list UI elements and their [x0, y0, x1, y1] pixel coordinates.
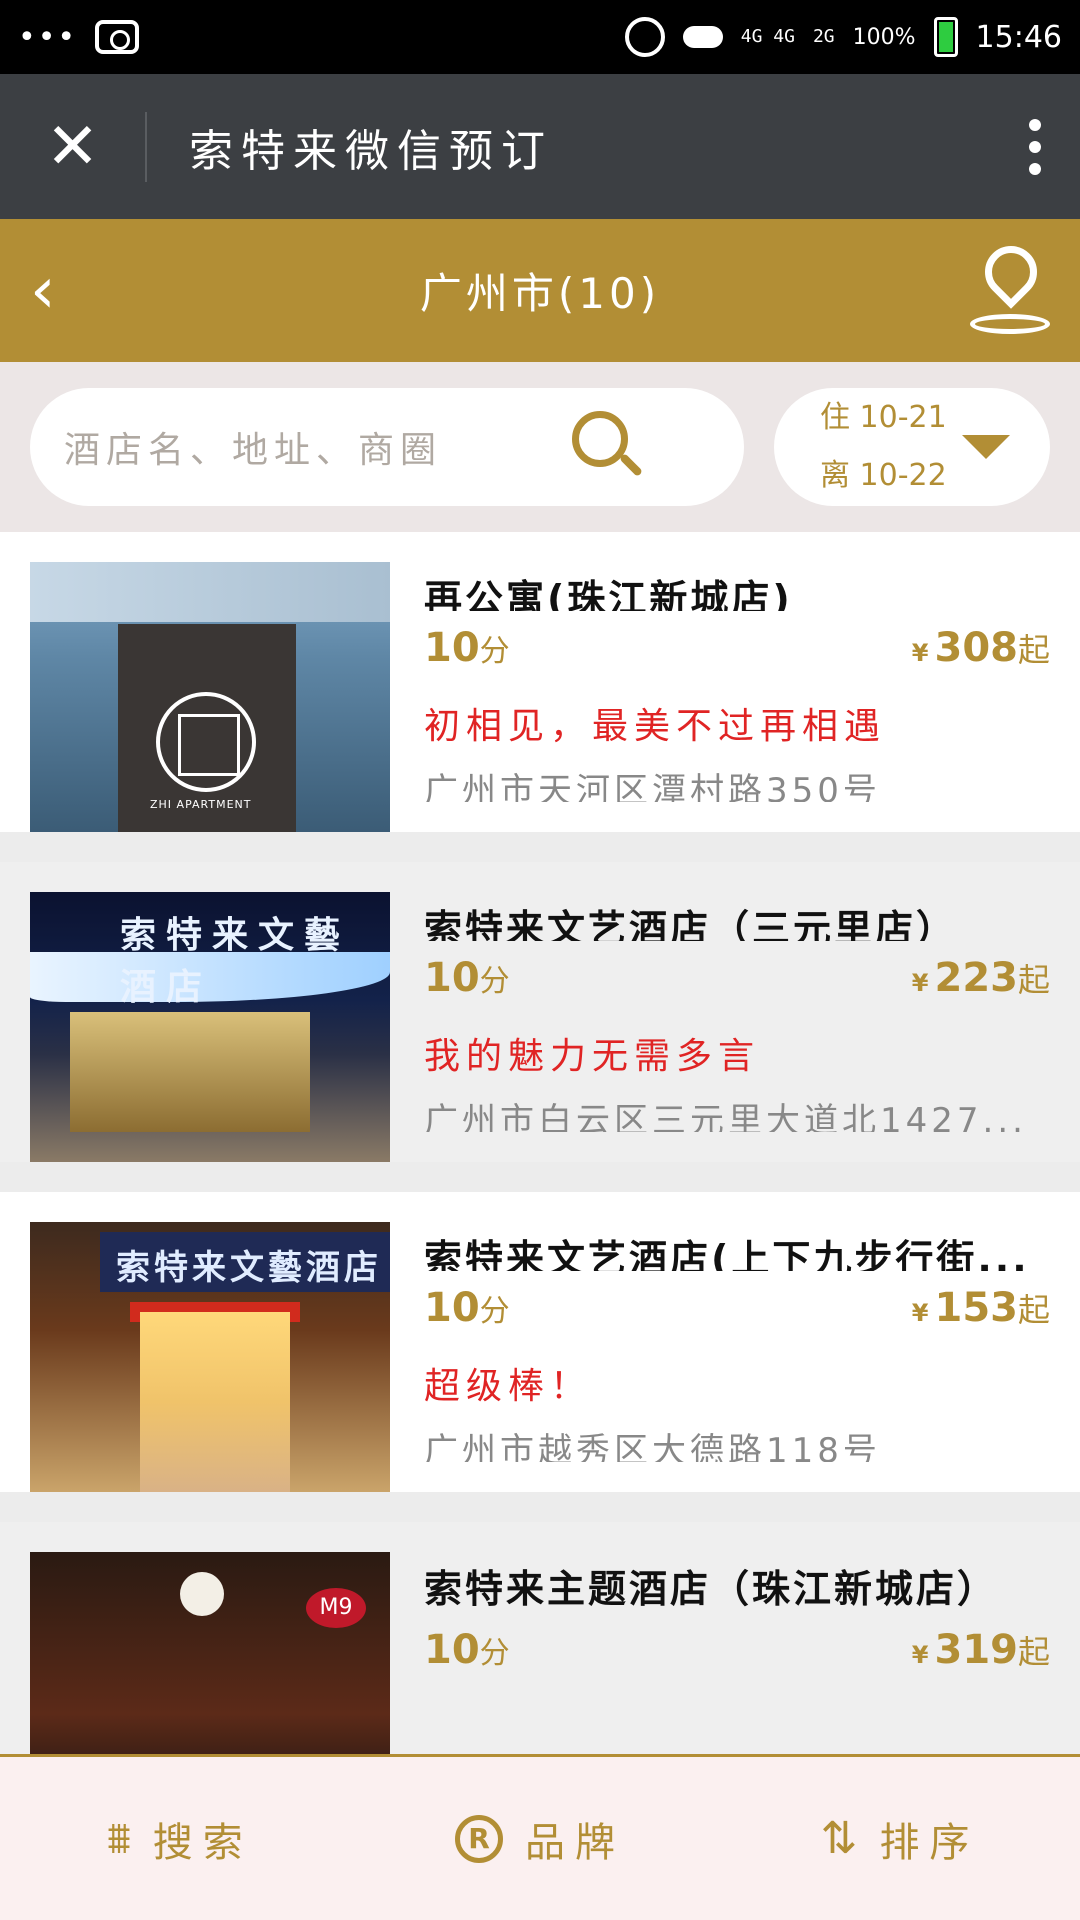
- hotel-slogan: 初相见，最美不过再相遇: [424, 706, 887, 748]
- hotel-item[interactable]: ZHI APARTMENT 再公寓(珠江新城店) 10分 ¥308起 初相见，最…: [0, 532, 1080, 862]
- tab-search-label: 搜索: [152, 1819, 253, 1866]
- app-titlebar: ✕ 索特来微信预订: [0, 74, 1080, 219]
- back-button[interactable]: ‹: [30, 254, 110, 328]
- thumbnail-text: 索特来文藝酒店: [116, 1248, 382, 1288]
- alarm-icon: [624, 17, 665, 57]
- hotel-thumbnail: 索特来文藝酒店: [30, 1222, 390, 1492]
- checkin-date: 住 10-21: [820, 400, 947, 435]
- hotel-slogan: 我的魅力无需多言: [424, 1036, 761, 1078]
- price-value: 319: [934, 1627, 1018, 1673]
- search-area: 酒店名、地址、商圈 住 10-21 离 10-22: [0, 362, 1080, 532]
- hotel-slogan: 超级棒！: [424, 1366, 593, 1408]
- hotel-name: 索特来文艺酒店（三元里店）: [424, 907, 958, 942]
- score-unit: 分: [479, 634, 510, 670]
- price-unit: 起: [1017, 631, 1050, 670]
- price-currency: ¥: [911, 1641, 929, 1669]
- chevron-left-icon: ‹: [30, 253, 56, 328]
- bottom-tabbar: ⩩ 搜索 R 品牌 ⇅ 排序: [0, 1754, 1080, 1920]
- score-unit: 分: [479, 1294, 510, 1330]
- price-value: 308: [934, 625, 1018, 672]
- score-unit: 分: [479, 1636, 510, 1671]
- city-title: 广州市(10): [419, 269, 661, 318]
- hotel-price: ¥308起: [912, 625, 1050, 671]
- signal-label: 4G 4G: [740, 26, 795, 47]
- hotel-thumbnail: M9: [30, 1552, 390, 1754]
- hotel-score: 10分: [424, 625, 510, 671]
- filter-icon: ⩩: [107, 1813, 131, 1864]
- hotel-price: ¥223起: [912, 955, 1050, 1001]
- hotel-item[interactable]: 索特来文藝酒店 索特来文艺酒店(上下九步行街... 10分 ¥153起 超级棒！…: [0, 1192, 1080, 1522]
- more-dot-icon: [1029, 162, 1041, 175]
- score-value: 10: [424, 1285, 480, 1332]
- thumbnail-text: ZHI APARTMENT: [150, 798, 252, 811]
- close-button[interactable]: ✕: [0, 74, 145, 219]
- hotel-price: ¥153起: [912, 1285, 1050, 1331]
- more-dot-icon: [1029, 118, 1041, 131]
- sort-icon: ⇅: [820, 1813, 858, 1864]
- hotel-thumbnail: 索特来文藝酒店: [30, 892, 390, 1162]
- search-icon[interactable]: [572, 411, 644, 483]
- battery-icon: [933, 17, 958, 57]
- more-notifications-icon: •••: [18, 19, 78, 55]
- price-currency: ¥: [911, 639, 929, 668]
- location-base-icon: [970, 313, 1050, 334]
- hotel-name: 再公寓(珠江新城店): [424, 577, 793, 612]
- hotel-score: 10分: [424, 955, 510, 1001]
- app-title: 索特来微信预订: [189, 125, 553, 177]
- date-selector[interactable]: 住 10-21 离 10-22: [774, 388, 1050, 506]
- price-currency: ¥: [911, 969, 929, 998]
- hotel-item[interactable]: M9 索特来主题酒店（珠江新城店） 10分 ¥319起: [0, 1522, 1080, 1754]
- city-navbar: ‹ 广州市(10): [0, 219, 1080, 362]
- hotel-list[interactable]: ZHI APARTMENT 再公寓(珠江新城店) 10分 ¥308起 初相见，最…: [0, 532, 1080, 1754]
- screenshot-icon: [95, 20, 140, 54]
- tab-brand-label: 品牌: [525, 1819, 625, 1866]
- score-value: 10: [424, 955, 480, 1002]
- hotel-score: 10分: [424, 1627, 510, 1673]
- score-unit: 分: [479, 964, 510, 1000]
- tab-sort-label: 排序: [879, 1819, 980, 1866]
- hotel-name: 索特来文艺酒店(上下九步行街...: [424, 1237, 1030, 1272]
- price-currency: ¥: [911, 1299, 929, 1328]
- hotel-name: 索特来主题酒店（珠江新城店）: [424, 1567, 999, 1611]
- price-unit: 起: [1017, 961, 1050, 1000]
- close-icon: ✕: [45, 109, 100, 184]
- thumbnail-text: M9: [306, 1588, 366, 1628]
- status-bar: ••• 4G 4G 2G 100% 15:46: [0, 0, 1080, 74]
- tab-brand[interactable]: R 品牌: [360, 1757, 720, 1920]
- tab-search[interactable]: ⩩ 搜索: [0, 1757, 360, 1920]
- score-value: 10: [424, 1627, 480, 1673]
- price-value: 223: [934, 955, 1018, 1002]
- search-placeholder: 酒店名、地址、商圈: [64, 430, 443, 471]
- location-pin-icon: [974, 234, 1048, 309]
- hotel-score: 10分: [424, 1285, 510, 1331]
- clock: 15:46: [975, 19, 1062, 55]
- hotel-address: 广州市越秀区大德路118号: [424, 1431, 881, 1462]
- checkout-date: 离 10-22: [820, 458, 947, 493]
- more-menu-button[interactable]: [990, 118, 1080, 175]
- caret-down-icon: [962, 435, 1010, 459]
- weather-icon: [682, 26, 723, 48]
- price-unit: 起: [1017, 1633, 1050, 1671]
- search-input[interactable]: 酒店名、地址、商圈: [30, 388, 744, 506]
- hotel-price: ¥319起: [912, 1627, 1050, 1673]
- hotel-address: 广州市天河区潭村路350号: [424, 771, 881, 802]
- sub-signal-label: 2G: [812, 26, 835, 47]
- score-value: 10: [424, 625, 480, 672]
- hotel-thumbnail: ZHI APARTMENT: [30, 562, 390, 832]
- hotel-item[interactable]: 索特来文藝酒店 索特来文艺酒店（三元里店） 10分 ¥223起 我的魅力无需多言…: [0, 862, 1080, 1192]
- title-divider: [145, 111, 147, 182]
- registered-icon: R: [455, 1814, 503, 1863]
- price-unit: 起: [1017, 1291, 1050, 1330]
- tab-sort[interactable]: ⇅ 排序: [720, 1757, 1080, 1920]
- more-dot-icon: [1029, 140, 1041, 153]
- battery-percent: 100%: [852, 24, 916, 50]
- location-button[interactable]: [970, 234, 1050, 336]
- price-value: 153: [934, 1285, 1018, 1332]
- thumbnail-text: 索特来文藝酒店: [120, 915, 351, 1008]
- hotel-logo-icon: [156, 692, 256, 792]
- hotel-address: 广州市白云区三元里大道北1427...: [424, 1101, 1027, 1132]
